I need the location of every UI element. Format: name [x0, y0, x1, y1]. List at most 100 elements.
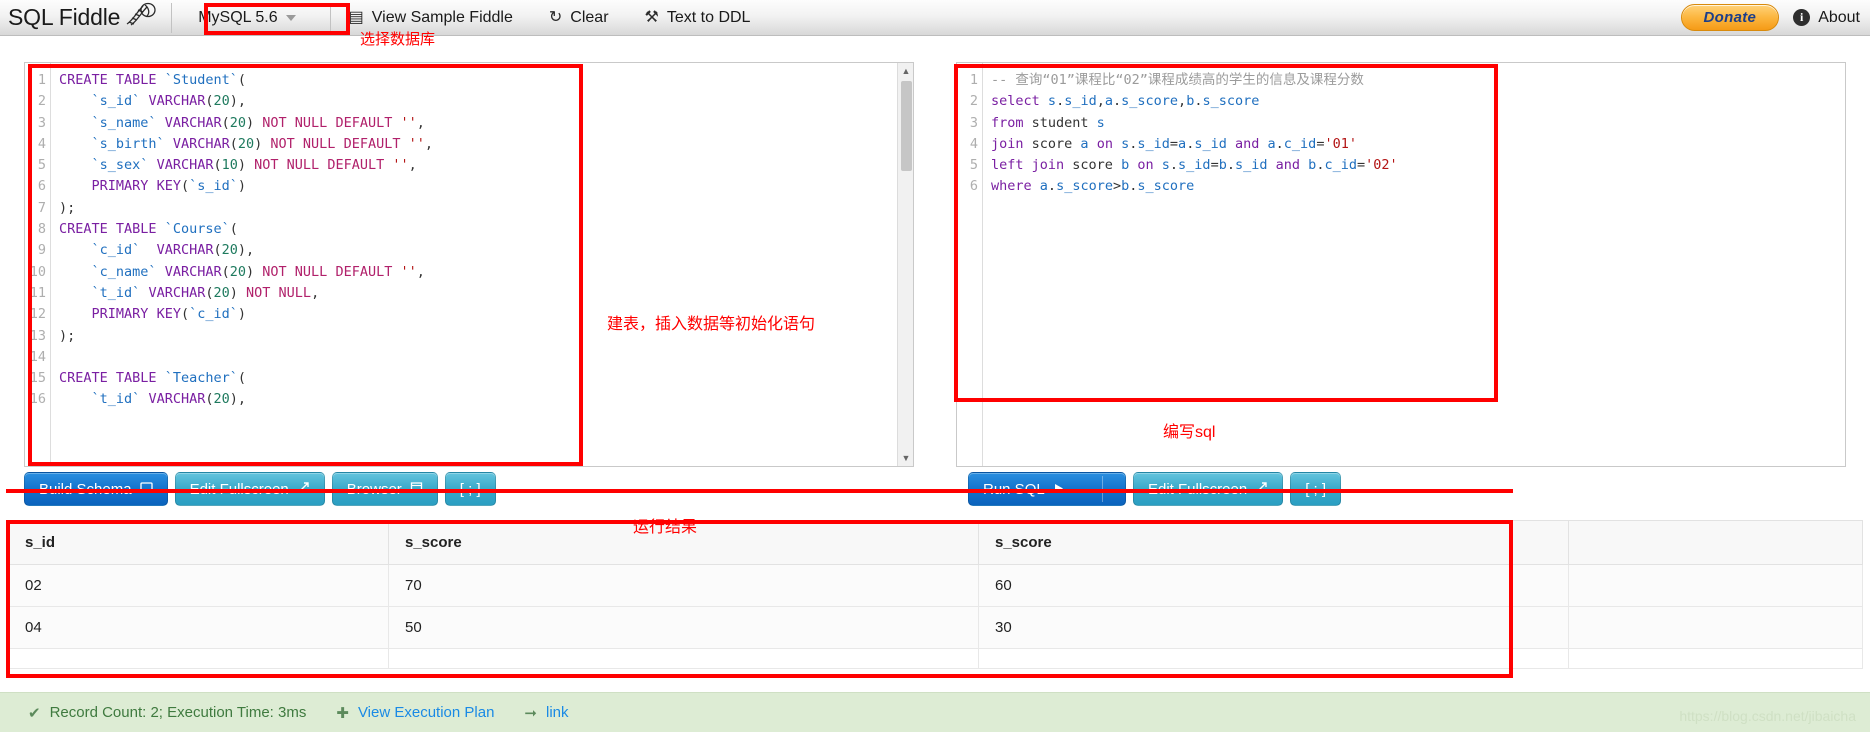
table-cell: 70: [388, 564, 979, 607]
line-number: 4: [37, 135, 46, 152]
code-line: CREATE TABLE `Teacher`(: [59, 370, 246, 387]
clear-button[interactable]: ↻ Clear: [531, 0, 627, 36]
results-column-header: s_score: [388, 520, 979, 565]
view-execution-plan-label: View Execution Plan: [357, 704, 495, 721]
scroll-up-icon[interactable]: ▲: [898, 63, 913, 79]
line-number: 2: [969, 93, 978, 110]
query-editor-gutter: 1 2 3 4 5 6: [957, 63, 983, 466]
code-line: `s_name` VARCHAR(20) NOT NULL DEFAULT ''…: [91, 114, 425, 131]
schema-editor-scrollbar[interactable]: ▲ ▼: [897, 63, 913, 466]
code-line: join score a on s.s_id=a.s_id and a.c_id…: [991, 135, 1357, 152]
line-number: 2: [37, 93, 46, 110]
text-to-ddl-button[interactable]: ⚒ Text to DDL: [627, 0, 769, 36]
link-label: link: [546, 704, 569, 721]
query-edit-fullscreen-button[interactable]: Edit Fullscreen: [1133, 472, 1284, 506]
code-line: `s_sex` VARCHAR(10) NOT NULL DEFAULT '',: [91, 157, 417, 174]
database-select[interactable]: MySQL 5.6: [188, 6, 305, 30]
code-line: );: [59, 327, 76, 344]
table-cell: 50: [388, 606, 979, 649]
query-button-bar: Run SQL Edit Fullscreen [ ; ]: [968, 472, 1342, 506]
build-schema-button[interactable]: Build Schema: [24, 472, 168, 506]
code-line: CREATE TABLE `Course`(: [59, 221, 238, 238]
table-cell-empty: [388, 648, 979, 669]
wrench-icon: ⚒: [644, 8, 659, 26]
schema-button-bar: Build Schema Edit Fullscreen Browser [ ;…: [24, 472, 496, 506]
results-column-header-filler: [1568, 520, 1863, 565]
table-row: 02 70 60: [8, 564, 1863, 607]
line-number: 9: [37, 242, 46, 259]
line-number: 1: [37, 72, 46, 88]
view-sample-fiddle-button[interactable]: ▤ View Sample Fiddle: [331, 0, 531, 36]
run-sql-label: Run SQL: [983, 480, 1045, 498]
expand-icon: [1255, 481, 1268, 497]
query-separator-button[interactable]: [ ; ]: [1290, 472, 1342, 506]
play-icon: [1053, 482, 1064, 497]
query-editor-code[interactable]: -- 查询“01”课程比“02”课程成绩高的学生的信息及课程分数 select s…: [984, 63, 1845, 466]
results-column-header: s_score: [978, 520, 1569, 565]
table-row-blank: [8, 648, 1863, 669]
table-cell: 04: [8, 606, 389, 649]
table-row: 04 50 30: [8, 606, 1863, 649]
text-to-ddl-label: Text to DDL: [666, 8, 751, 26]
browser-label: Browser: [346, 480, 402, 498]
chevron-down-icon: [285, 14, 296, 21]
line-number: 13: [29, 327, 46, 344]
window-icon: [410, 481, 423, 497]
schema-edit-fullscreen-button[interactable]: Edit Fullscreen: [174, 472, 325, 506]
line-number: 10: [29, 263, 46, 280]
code-line: -- 查询“01”课程比“02”课程成绩高的学生的信息及课程分数: [991, 72, 1364, 88]
query-editor-panel[interactable]: 1 2 3 4 5 6 -- 查询“01”课程比“02”课程成绩高的学生的信息及课程分数 s…: [956, 62, 1846, 467]
line-number: 3: [969, 114, 978, 131]
view-execution-plan-button[interactable]: ✚ View Execution Plan: [336, 704, 494, 722]
code-line: `c_name` VARCHAR(20) NOT NULL DEFAULT ''…: [91, 263, 425, 280]
browser-button[interactable]: Browser: [331, 472, 438, 506]
code-line: from student s: [991, 114, 1105, 131]
results-table: s_id s_score s_score 02 70 60 04 50 30: [8, 520, 1863, 669]
schema-editor-panel[interactable]: 1 2 3 4 5 6 7 8 9 10 11 12 13 14 15 16 CREATE TABLE `St…: [24, 62, 914, 467]
schema-scrollbar-thumb[interactable]: [901, 81, 912, 171]
code-line: `t_id` VARCHAR(20) NOT NULL,: [91, 284, 320, 301]
scroll-down-icon[interactable]: ▼: [898, 450, 913, 466]
about-button[interactable]: i About: [1793, 9, 1860, 27]
document-icon: ▤: [348, 8, 364, 26]
database-select-label: MySQL 5.6: [198, 8, 278, 26]
line-number: 11: [29, 284, 46, 301]
brand-label: SQL Fiddle: [8, 4, 121, 30]
sqlfiddle-page: SQL Fiddle MySQL 5.6 ▤ View Sample Fiddl…: [0, 0, 1870, 732]
code-line: where a.s_score>b.s_score: [991, 178, 1195, 195]
line-number: 3: [37, 114, 46, 131]
dna-helix-icon: [123, 2, 157, 34]
table-cell-filler: [1568, 606, 1863, 649]
table-cell: 30: [978, 606, 1569, 649]
expand-icon: [297, 481, 310, 497]
schema-editor-code[interactable]: CREATE TABLE `Student`( `s_id` VARCHAR(2…: [52, 63, 913, 466]
table-cell-empty: [978, 648, 1569, 669]
line-number: 7: [37, 199, 46, 216]
line-number: 15: [29, 370, 46, 387]
line-number: 5: [969, 157, 978, 174]
line-number: 14: [29, 348, 46, 365]
run-sql-button[interactable]: Run SQL: [968, 472, 1126, 506]
results-column-header: s_id: [8, 520, 389, 565]
schema-separator-button[interactable]: [ ; ]: [444, 472, 496, 506]
code-line: CREATE TABLE `Student`(: [59, 72, 246, 88]
link-button[interactable]: ➞ link: [524, 704, 568, 722]
results-panel: s_id s_score s_score 02 70 60 04 50 30: [8, 520, 1863, 675]
donate-button[interactable]: Donate: [1680, 4, 1780, 31]
results-header-row: s_id s_score s_score: [8, 520, 1863, 565]
code-line: `c_id` VARCHAR(20),: [91, 242, 255, 259]
check-icon: ✔: [28, 704, 41, 722]
code-line: `t_id` VARCHAR(20),: [91, 391, 247, 408]
record-count-status: ✔ Record Count: 2; Execution Time: 3ms: [28, 704, 306, 722]
line-number: 6: [969, 178, 978, 195]
line-number: 4: [969, 135, 978, 152]
status-bar: ✔ Record Count: 2; Execution Time: 3ms ✚…: [0, 692, 1870, 732]
info-icon: i: [1793, 9, 1811, 26]
brand-logo[interactable]: SQL Fiddle: [0, 2, 157, 34]
code-line: PRIMARY KEY(`c_id`): [91, 306, 247, 323]
line-number: 1: [969, 72, 978, 88]
schema-editor-gutter: 1 2 3 4 5 6 7 8 9 10 11 12 13 14 15 16: [25, 63, 51, 466]
code-line: `s_id` VARCHAR(20),: [91, 93, 247, 110]
about-label: About: [1818, 8, 1860, 26]
